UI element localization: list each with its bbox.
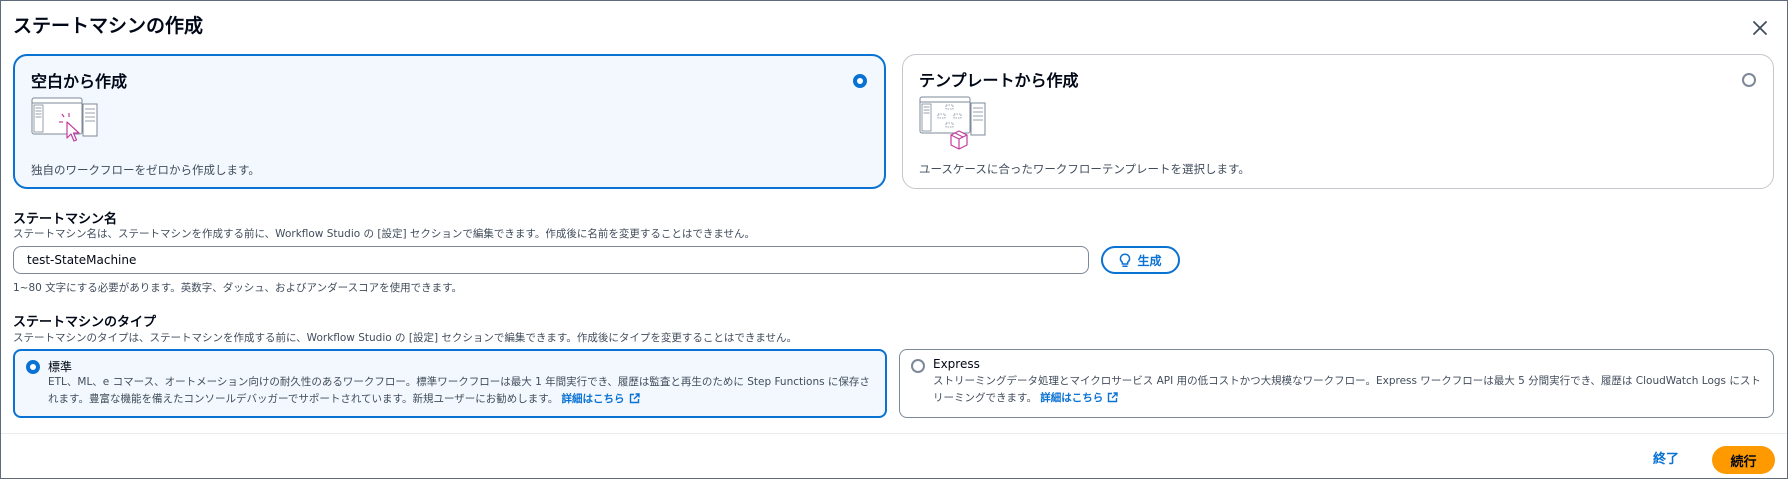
learn-more-link[interactable]: 詳細はこちら [1040,392,1118,404]
option-radio-template[interactable] [1742,73,1756,87]
type-description-text: ETL、ML、e コマース、オートメーション向けの耐久性のあるワークフロー。標準… [48,376,870,405]
state-machine-type-description: ステートマシンのタイプは、ステートマシンを作成する前に、Workflow Stu… [13,332,798,344]
template-workflow-illustration-icon [919,96,986,150]
continue-button[interactable]: 続行 [1712,446,1775,474]
type-card-title: Express [933,357,980,371]
dialog-header: ステートマシンの作成 [13,11,1775,45]
generate-button[interactable]: 生成 [1101,246,1180,274]
lightbulb-icon [1120,252,1131,267]
state-machine-name-description: ステートマシン名は、ステートマシンを作成する前に、Workflow Studio… [13,228,756,240]
type-radio-express[interactable] [911,359,925,373]
option-card-template[interactable]: テンプレートから作成 ユースケースに合ったワークフローテンプレートを選択します。 [902,54,1774,189]
dialog-title: ステートマシンの作成 [13,15,204,37]
option-card-title: テンプレートから作成 [919,71,1079,90]
state-machine-name-input[interactable] [13,246,1089,274]
type-card-express[interactable]: Express ストリーミングデータ処理とマイクロサービス API 用の低コスト… [899,349,1774,418]
option-card-title: 空白から作成 [31,72,128,91]
external-link-icon [1108,392,1118,403]
option-card-description: 独自のワークフローをゼロから作成します。 [31,163,260,177]
learn-more-link[interactable]: 詳細はこちら [562,393,640,405]
close-button[interactable] [1745,13,1775,43]
type-card-description: ストリーミングデータ処理とマイクロサービス API 用の低コストかつ大規模なワー… [933,373,1761,407]
type-card-standard[interactable]: 標準 ETL、ML、e コマース、オートメーション向けの耐久性のあるワークフロー… [13,349,887,418]
learn-more-link-label: 詳細はこちら [1040,392,1104,404]
type-radio-standard[interactable] [26,360,40,374]
blank-workflow-illustration-icon [31,97,98,142]
state-machine-type-label: ステートマシンのタイプ [13,315,157,330]
learn-more-link-label: 詳細はこちら [561,393,625,405]
close-icon [1753,21,1767,35]
external-link-icon [629,393,640,404]
option-card-description: ユースケースに合ったワークフローテンプレートを選択します。 [919,162,1250,176]
option-card-blank[interactable]: 空白から作成 独自のワークフローをゼロから作成します。 [13,54,886,189]
state-machine-name-hint: 1~80 文字にする必要があります。英数字、ダッシュ、およびアンダースコアを使用… [13,282,463,294]
state-machine-name-label: ステートマシン名 [13,212,118,227]
generate-button-label: 生成 [1137,253,1162,268]
type-card-title: 標準 [48,360,73,374]
footer-divider [1,433,1787,434]
exit-button[interactable]: 終了 [1653,446,1679,474]
option-radio-blank[interactable] [853,74,867,88]
create-state-machine-dialog: ステートマシンの作成 空白から作成 独自のワークフローをゼロから作成します。 テ… [0,0,1788,479]
type-card-description: ETL、ML、e コマース、オートメーション向けの耐久性のあるワークフロー。標準… [48,374,873,408]
